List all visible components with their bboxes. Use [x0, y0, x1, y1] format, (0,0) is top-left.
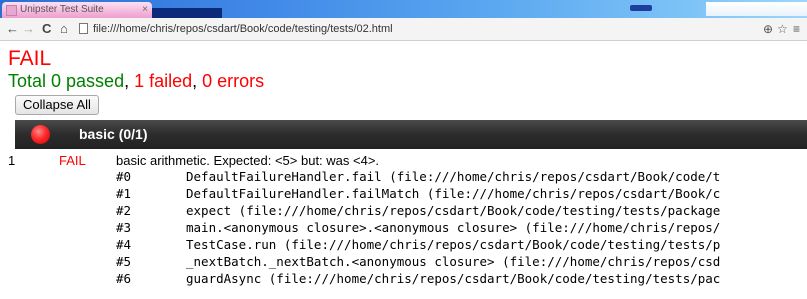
zoom-icon[interactable]: ⊕ — [763, 21, 773, 37]
stack-frame: #2 expect (file:///home/chris/repos/csda… — [0, 202, 807, 219]
titlebar-decoration — [630, 5, 652, 11]
forward-arrow-icon[interactable]: → — [22, 21, 35, 37]
frame-text: DefaultFailureHandler.fail (file:///home… — [186, 169, 721, 184]
test-group-header[interactable]: basic (0/1) — [15, 120, 807, 149]
fail-status-icon — [31, 125, 50, 144]
stack-frame: #3 main.<anonymous closure>.<anonymous c… — [0, 219, 807, 236]
summary-passed: Total 0 passed — [8, 71, 125, 91]
stack-frame: #1 DefaultFailureHandler.failMatch (file… — [0, 185, 807, 202]
frame-index: #6 — [116, 271, 132, 286]
address-bar[interactable]: file:///home/chris/repos/csdart/Book/cod… — [93, 22, 393, 36]
stack-frame: #6 guardAsync (file:///home/chris/repos/… — [0, 270, 807, 287]
stack-frame: #5 _nextBatch._nextBatch.<anonymous clos… — [0, 253, 807, 270]
page-icon — [79, 23, 88, 34]
tab-close-icon[interactable]: × — [142, 2, 148, 18]
summary-failed: 1 failed — [134, 71, 193, 91]
frame-index: #0 — [116, 169, 132, 184]
frame-index: #2 — [116, 203, 132, 218]
stack-frame: #0 DefaultFailureHandler.fail (file:///h… — [0, 168, 807, 185]
frame-text: expect (file:///home/chris/repos/csdart/… — [186, 203, 721, 218]
tab-favicon-icon — [6, 5, 17, 16]
frame-index: #5 — [116, 254, 132, 269]
frame-text: _nextBatch._nextBatch.<anonymous closure… — [186, 254, 721, 269]
star-icon[interactable]: ☆ — [777, 21, 788, 37]
collapse-all-button[interactable]: Collapse All — [15, 95, 99, 115]
frame-text: guardAsync (file:///home/chris/repos/csd… — [186, 271, 721, 286]
window-titlebar: Unipster Test Suite × — [0, 0, 807, 18]
frame-index: #1 — [116, 186, 132, 201]
back-arrow-icon[interactable]: ← — [6, 21, 19, 37]
result-message: basic arithmetic. Expected: <5> but: was… — [116, 153, 380, 168]
stack-trace: #0 DefaultFailureHandler.fail (file:///h… — [0, 168, 807, 287]
titlebar-decoration — [152, 8, 222, 18]
page-status: FAIL — [8, 47, 52, 70]
summary-separator: , — [124, 71, 135, 91]
browser-toolbar: ← → C ⌂ file:///home/chris/repos/csdart/… — [0, 18, 807, 41]
home-icon[interactable]: ⌂ — [60, 21, 68, 37]
frame-text: main.<anonymous closure>.<anonymous clos… — [186, 220, 721, 235]
menu-icon[interactable]: ≡ — [793, 21, 800, 37]
frame-text: DefaultFailureHandler.failMatch (file://… — [186, 186, 721, 201]
frame-index: #4 — [116, 237, 132, 252]
result-status: FAIL — [59, 153, 86, 168]
tab-title: Unipster Test Suite — [20, 4, 104, 15]
titlebar-decoration — [706, 2, 807, 16]
browser-tab[interactable]: Unipster Test Suite × — [2, 2, 152, 18]
summary-errors: 0 errors — [202, 71, 265, 91]
result-number: 1 — [8, 153, 16, 168]
reload-icon[interactable]: C — [42, 21, 51, 37]
frame-index: #3 — [116, 220, 132, 235]
frame-text: TestCase.run (file:///home/chris/repos/c… — [186, 237, 721, 252]
test-group-title: basic (0/1) — [79, 126, 148, 142]
summary-separator: , — [192, 71, 203, 91]
test-summary: Total 0 passed, 1 failed, 0 errors — [8, 70, 264, 92]
stack-frame: #4 TestCase.run (file:///home/chris/repo… — [0, 236, 807, 253]
